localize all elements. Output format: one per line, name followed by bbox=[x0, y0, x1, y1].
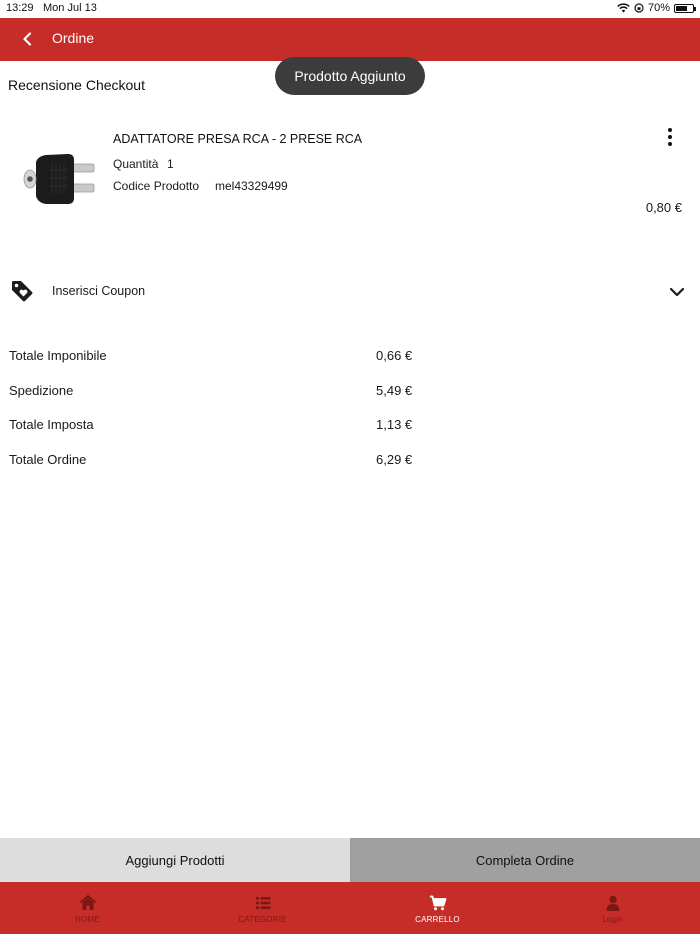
cart-icon bbox=[429, 895, 446, 911]
totals-label: Spedizione bbox=[9, 382, 74, 398]
item-menu-button[interactable] bbox=[660, 126, 680, 148]
add-products-button[interactable]: Aggiungi Prodotti bbox=[0, 838, 350, 882]
bottom-tab-bar: HOME CATEGORIE CARRELLO Login bbox=[0, 882, 700, 934]
totals-row: Spedizione 5,49 € bbox=[0, 373, 700, 408]
cart-item: ADATTATORE PRESA RCA - 2 PRESE RCA Quant… bbox=[0, 120, 700, 230]
tab-label: CARRELLO bbox=[415, 915, 460, 924]
status-bar: 13:29 Mon Jul 13 70% bbox=[0, 0, 700, 18]
product-code-label: Codice Prodotto bbox=[113, 179, 200, 193]
menu-dot bbox=[668, 142, 672, 146]
tab-home[interactable]: HOME bbox=[0, 882, 175, 934]
page-title: Ordine bbox=[52, 30, 95, 46]
totals-value: 6,29 € bbox=[376, 451, 413, 467]
product-name: ADATTATORE PRESA RCA - 2 PRESE RCA bbox=[113, 132, 363, 146]
back-button[interactable] bbox=[16, 28, 38, 50]
totals-label: Totale Imposta bbox=[9, 417, 94, 433]
menu-dot bbox=[668, 135, 672, 139]
app-bar: Ordine bbox=[0, 18, 700, 61]
quantity-label: Quantità bbox=[113, 157, 159, 171]
tab-label: Login bbox=[602, 915, 623, 924]
user-icon bbox=[606, 895, 619, 911]
toast-message: Prodotto Aggiunto bbox=[294, 68, 406, 84]
product-image bbox=[23, 154, 95, 204]
totals-row: Totale Imponibile 0,66 € bbox=[0, 338, 700, 373]
battery-percent: 70% bbox=[647, 2, 670, 14]
home-icon bbox=[79, 895, 96, 910]
order-totals: Totale Imponibile 0,66 € Spedizione 5,49… bbox=[0, 338, 700, 476]
action-bar: Aggiungi Prodotti Completa Ordine bbox=[0, 838, 700, 882]
status-time: 13:29 bbox=[6, 2, 34, 14]
coupon-row[interactable]: Inserisci Coupon bbox=[0, 272, 700, 312]
section-title: Recensione Checkout bbox=[8, 77, 145, 93]
totals-row: Totale Ordine 6,29 € bbox=[0, 442, 700, 477]
quantity-value: 1 bbox=[167, 157, 174, 171]
list-icon bbox=[255, 897, 270, 909]
tab-login[interactable]: Login bbox=[525, 882, 700, 934]
status-date: Mon Jul 13 bbox=[43, 2, 97, 14]
tab-cart[interactable]: CARRELLO bbox=[350, 882, 525, 934]
toast-notification: Prodotto Aggiunto bbox=[275, 57, 425, 95]
menu-dot bbox=[668, 128, 672, 132]
complete-order-button[interactable]: Completa Ordine bbox=[350, 838, 700, 882]
tab-label: HOME bbox=[75, 915, 100, 924]
totals-label: Totale Ordine bbox=[9, 451, 87, 467]
totals-row: Totale Imposta 1,13 € bbox=[0, 407, 700, 442]
totals-value: 5,49 € bbox=[376, 382, 413, 398]
tab-label: CATEGORIE bbox=[238, 915, 287, 924]
tab-categories[interactable]: CATEGORIE bbox=[175, 882, 350, 934]
totals-value: 0,66 € bbox=[376, 348, 413, 363]
chevron-down-icon[interactable] bbox=[668, 283, 686, 301]
tag-icon bbox=[12, 281, 33, 302]
product-price: 0,80 € bbox=[645, 200, 682, 215]
product-code-value: mel43329499 bbox=[215, 179, 288, 193]
battery-icon bbox=[674, 3, 696, 13]
totals-value: 1,13 € bbox=[376, 417, 413, 433]
totals-label: Totale Imponibile bbox=[9, 348, 107, 363]
orientation-lock-icon bbox=[634, 3, 644, 13]
wifi-icon bbox=[617, 3, 630, 13]
coupon-label: Inserisci Coupon bbox=[52, 284, 146, 298]
status-indicators: 70% bbox=[617, 2, 696, 14]
chevron-left-icon bbox=[23, 32, 32, 46]
